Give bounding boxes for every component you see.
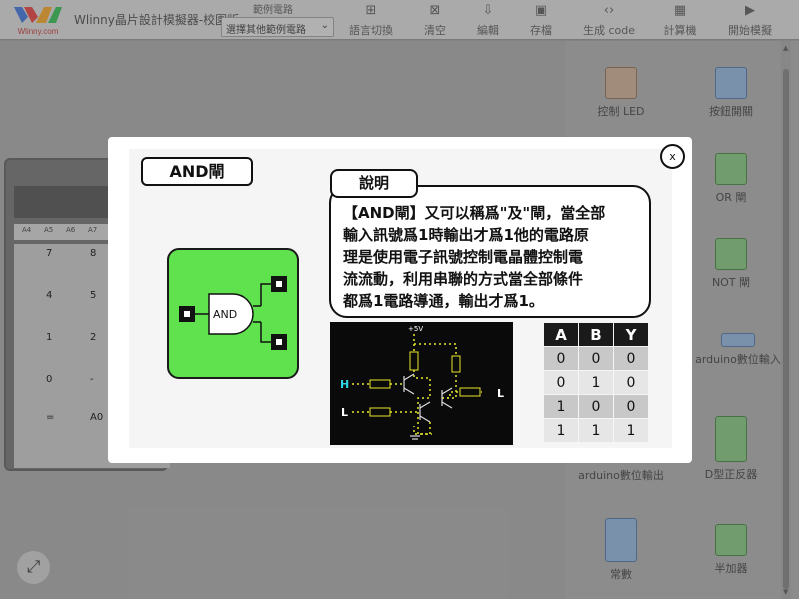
- description-title: 說明: [330, 169, 418, 198]
- info-card: AND閘 AND 說明 【AND閘】又可以稱爲"及"閘，當全部 輸入訊號爲1時輸…: [129, 149, 672, 448]
- description-box: 【AND閘】又可以稱爲"及"閘，當全部 輸入訊號爲1時輸出才爲1他的電路原 理是…: [329, 185, 651, 318]
- description-line: 都爲1電路導通，輸出才爲1。: [343, 292, 544, 310]
- truth-table-header-cell: Y: [613, 322, 649, 347]
- truth-table-cell: 0: [613, 370, 649, 395]
- description-line: 輸入訊號爲1時輸出才爲1他的電路原: [343, 226, 589, 244]
- truth-table-cell: 0: [543, 346, 579, 371]
- input-high-label: H: [340, 378, 349, 391]
- and-gate-symbol: AND: [167, 248, 299, 379]
- description-line: 【AND閘】又可以稱爲"及"閘，當全部: [343, 204, 606, 222]
- and-gate-circuit-diagram: +5V H L L: [330, 322, 513, 445]
- description-line: 理是使用電子訊號控制電晶體控制電: [343, 248, 584, 266]
- truth-table: A B Y 0 0 0 0 1 0 1 0 0 1 1 1: [543, 322, 649, 443]
- truth-table-cell: 0: [613, 394, 649, 419]
- truth-table-row: 0 0 0: [543, 346, 649, 371]
- truth-table-cell: 1: [613, 418, 649, 443]
- truth-table-cell: 1: [543, 394, 579, 419]
- supply-label: +5V: [408, 325, 423, 333]
- output-label: L: [497, 387, 504, 400]
- truth-table-cell: 0: [578, 346, 614, 371]
- close-icon[interactable]: x: [660, 144, 685, 169]
- truth-table-header-cell: B: [578, 322, 614, 347]
- input-low-label: L: [341, 406, 348, 419]
- transistor-circuit-icon: +5V H L L: [340, 325, 504, 440]
- truth-table-cell: 0: [578, 394, 614, 419]
- truth-table-cell: 1: [578, 418, 614, 443]
- gate-title: AND閘: [141, 157, 253, 186]
- description-line: 流流動，利用串聯的方式當全部條件: [343, 270, 584, 288]
- truth-table-cell: 0: [613, 346, 649, 371]
- truth-table-cell: 0: [543, 370, 579, 395]
- and-gate-info-dialog: AND閘 AND 說明 【AND閘】又可以稱爲"及"閘，當全部 輸入訊號爲1時輸…: [108, 137, 692, 463]
- and-gate-icon: AND: [179, 276, 287, 350]
- truth-table-row: 1 1 1: [543, 418, 649, 443]
- truth-table-row: 1 0 0: [543, 394, 649, 419]
- truth-table-header: A B Y: [543, 322, 649, 347]
- and-gate-symbol-text: AND: [213, 308, 237, 321]
- truth-table-row: 0 1 0: [543, 370, 649, 395]
- truth-table-cell: 1: [543, 418, 579, 443]
- truth-table-cell: 1: [578, 370, 614, 395]
- truth-table-header-cell: A: [543, 322, 579, 347]
